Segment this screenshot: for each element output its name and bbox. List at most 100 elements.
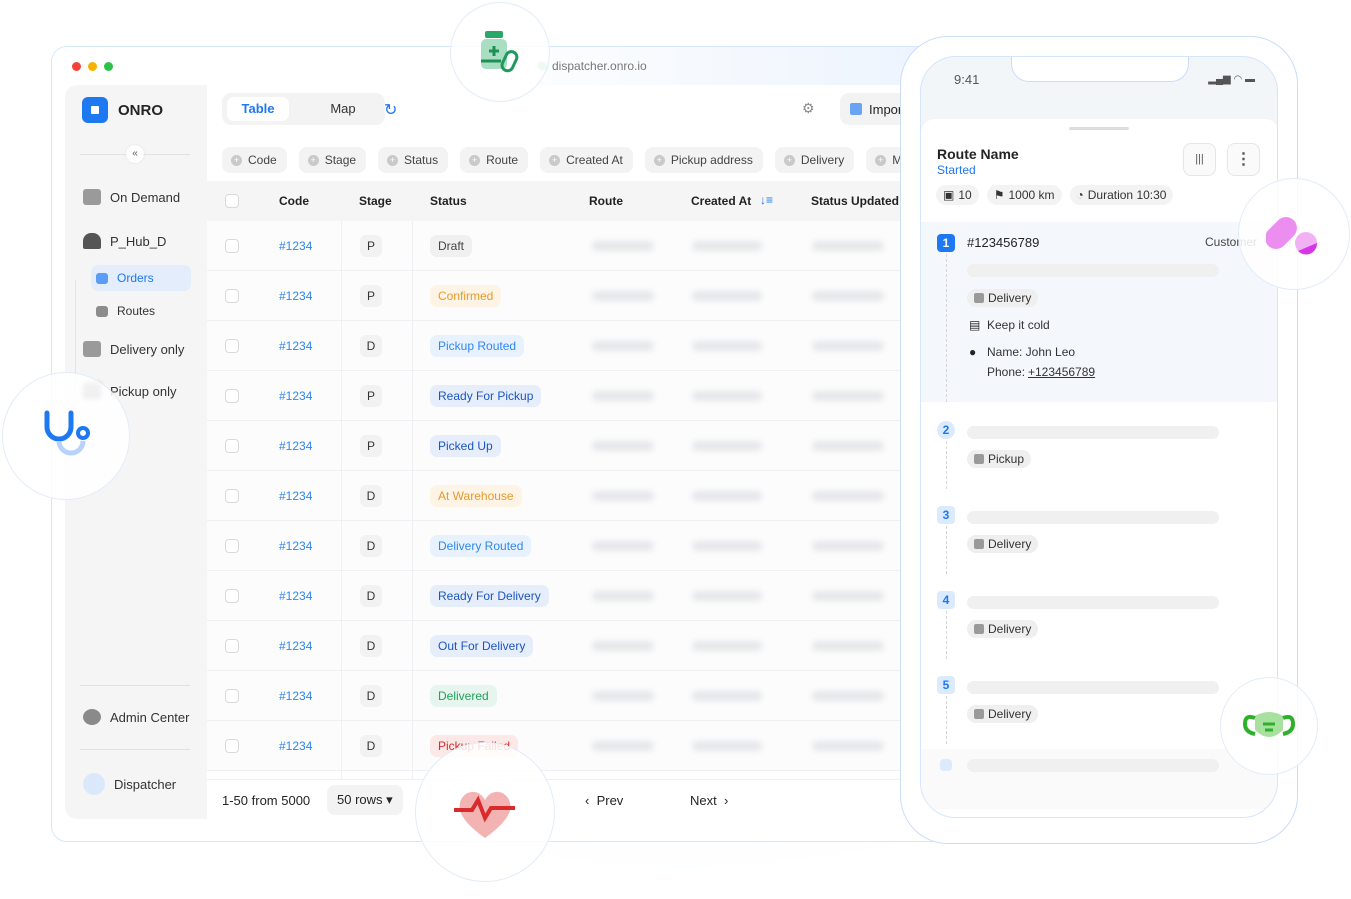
address-placeholder bbox=[967, 596, 1219, 609]
row-checkbox[interactable] bbox=[225, 339, 239, 353]
contact-name: Name: John Leo bbox=[987, 345, 1076, 359]
order-code-link[interactable]: #1234 bbox=[279, 439, 312, 453]
column-route[interactable]: Route bbox=[589, 194, 623, 208]
stop-card-2[interactable]: 2 Pickup bbox=[921, 409, 1277, 489]
sidebar-item-on-demand[interactable]: On Demand bbox=[83, 189, 180, 205]
brand-logo[interactable]: ONRO bbox=[82, 97, 163, 123]
tag-label: Pickup bbox=[988, 452, 1025, 466]
filter-chip[interactable]: + Stage bbox=[298, 147, 367, 173]
divider bbox=[80, 749, 190, 750]
collapse-sidebar[interactable]: « bbox=[80, 145, 190, 163]
order-code-link[interactable]: #1234 bbox=[279, 239, 312, 253]
column-stage[interactable]: Stage bbox=[359, 194, 392, 208]
minimize-dot[interactable] bbox=[88, 62, 97, 71]
address-placeholder bbox=[967, 264, 1219, 277]
status-badge: Draft bbox=[430, 235, 473, 257]
order-code-link[interactable]: #1234 bbox=[279, 739, 312, 753]
avatar-icon bbox=[83, 773, 105, 795]
row-checkbox[interactable] bbox=[225, 489, 239, 503]
nav-label: Pickup only bbox=[110, 383, 177, 399]
filter-chip[interactable]: + Delivery bbox=[774, 147, 855, 173]
sidebar-item-hub[interactable]: P_Hub_D bbox=[83, 233, 166, 249]
route-blurred bbox=[592, 741, 654, 751]
drag-handle[interactable] bbox=[1069, 127, 1129, 130]
address-placeholder bbox=[967, 511, 1219, 524]
heart-badge bbox=[415, 742, 555, 882]
chip-label: Delivery bbox=[800, 153, 845, 167]
filter-chip[interactable]: + Code bbox=[222, 147, 287, 173]
row-checkbox[interactable] bbox=[225, 439, 239, 453]
chevrons-left-icon[interactable]: « bbox=[126, 145, 144, 163]
filter-chip[interactable]: + Status bbox=[378, 147, 449, 173]
barcode-scan-button[interactable]: ||| bbox=[1183, 143, 1216, 176]
sort-desc-icon[interactable]: ↓≡ bbox=[760, 193, 773, 207]
column-code[interactable]: Code bbox=[279, 194, 309, 208]
mask-badge bbox=[1220, 677, 1318, 775]
finish-flag-icon bbox=[940, 759, 952, 771]
sidebar-item-orders[interactable]: Orders bbox=[91, 265, 191, 291]
filter-chip[interactable]: + Route bbox=[460, 147, 529, 173]
sidebar-item-admin-center[interactable]: Admin Center bbox=[83, 709, 189, 725]
stop-card-1[interactable]: 1 #123456789 Customer Delivery ▤ Keep it… bbox=[921, 222, 1277, 402]
status-updated-blurred bbox=[812, 741, 884, 751]
gear-icon bbox=[83, 709, 101, 725]
chip-label: Pickup address bbox=[670, 153, 753, 167]
select-all-checkbox[interactable] bbox=[225, 194, 239, 208]
refresh-icon[interactable]: ↻ bbox=[384, 100, 397, 120]
stop-number: 5 bbox=[937, 676, 955, 694]
filter-chip[interactable]: + Created At bbox=[540, 147, 633, 173]
order-code-link[interactable]: #1234 bbox=[279, 289, 312, 303]
tab-map[interactable]: Map bbox=[312, 97, 374, 121]
order-code-link[interactable]: #1234 bbox=[279, 389, 312, 403]
tab-table[interactable]: Table bbox=[227, 97, 289, 121]
url-bar[interactable]: dispatcher.onro.io bbox=[538, 59, 647, 73]
row-checkbox[interactable] bbox=[225, 239, 239, 253]
box-icon: ▣ bbox=[943, 188, 955, 202]
row-checkbox[interactable] bbox=[225, 389, 239, 403]
row-checkbox[interactable] bbox=[225, 639, 239, 653]
next-button[interactable]: Next › bbox=[690, 793, 728, 808]
more-menu-button[interactable]: ⋮ bbox=[1227, 143, 1260, 176]
stop-card-3[interactable]: 3 Delivery bbox=[921, 494, 1277, 574]
sidebar-item-routes[interactable]: Routes bbox=[91, 298, 191, 324]
column-status[interactable]: Status bbox=[430, 194, 467, 208]
rows-per-page-select[interactable]: 50 rows ▾ bbox=[327, 785, 403, 815]
order-code-link[interactable]: #1234 bbox=[279, 689, 312, 703]
stat-value: 1000 km bbox=[1008, 188, 1055, 202]
plus-icon: + bbox=[387, 154, 399, 166]
created-at-blurred bbox=[692, 491, 762, 501]
filter-chip[interactable]: + Pickup address bbox=[644, 147, 763, 173]
status-updated-blurred bbox=[812, 241, 884, 251]
order-code-link[interactable]: #1234 bbox=[279, 539, 312, 553]
settings-gear-icon[interactable]: ⚙ bbox=[802, 100, 815, 117]
sidebar-item-delivery-only[interactable]: Delivery only bbox=[83, 341, 184, 357]
row-checkbox[interactable] bbox=[225, 539, 239, 553]
page-range: 1-50 from 5000 bbox=[222, 793, 311, 808]
prev-button[interactable]: ‹ Prev bbox=[585, 793, 623, 808]
chevron-left-icon: ‹ bbox=[585, 793, 590, 808]
user-profile[interactable]: Dispatcher bbox=[83, 773, 176, 795]
row-checkbox[interactable] bbox=[225, 739, 239, 753]
stat-value: 10 bbox=[958, 188, 972, 202]
order-code-link[interactable]: #1234 bbox=[279, 639, 312, 653]
row-checkbox[interactable] bbox=[225, 289, 239, 303]
plus-icon: + bbox=[307, 154, 319, 166]
order-code-link[interactable]: #1234 bbox=[279, 489, 312, 503]
order-code-link[interactable]: #1234 bbox=[279, 339, 312, 353]
grid-icon bbox=[96, 272, 108, 284]
route-blurred bbox=[592, 441, 654, 451]
column-status-updated[interactable]: Status Updated bbox=[811, 194, 899, 208]
stop-card-4[interactable]: 4 Delivery bbox=[921, 579, 1277, 659]
status-updated-blurred bbox=[812, 291, 884, 301]
stop-type-tag: Pickup bbox=[967, 450, 1032, 468]
column-divider bbox=[341, 221, 342, 781]
order-code-link[interactable]: #1234 bbox=[279, 589, 312, 603]
row-checkbox[interactable] bbox=[225, 689, 239, 703]
column-created-at[interactable]: Created At bbox=[691, 194, 751, 208]
maximize-dot[interactable] bbox=[104, 62, 113, 71]
chip-label: Code bbox=[248, 153, 277, 167]
phone-link[interactable]: +123456789 bbox=[1028, 365, 1095, 379]
row-checkbox[interactable] bbox=[225, 589, 239, 603]
close-dot[interactable] bbox=[72, 62, 81, 71]
address-placeholder bbox=[967, 426, 1219, 439]
